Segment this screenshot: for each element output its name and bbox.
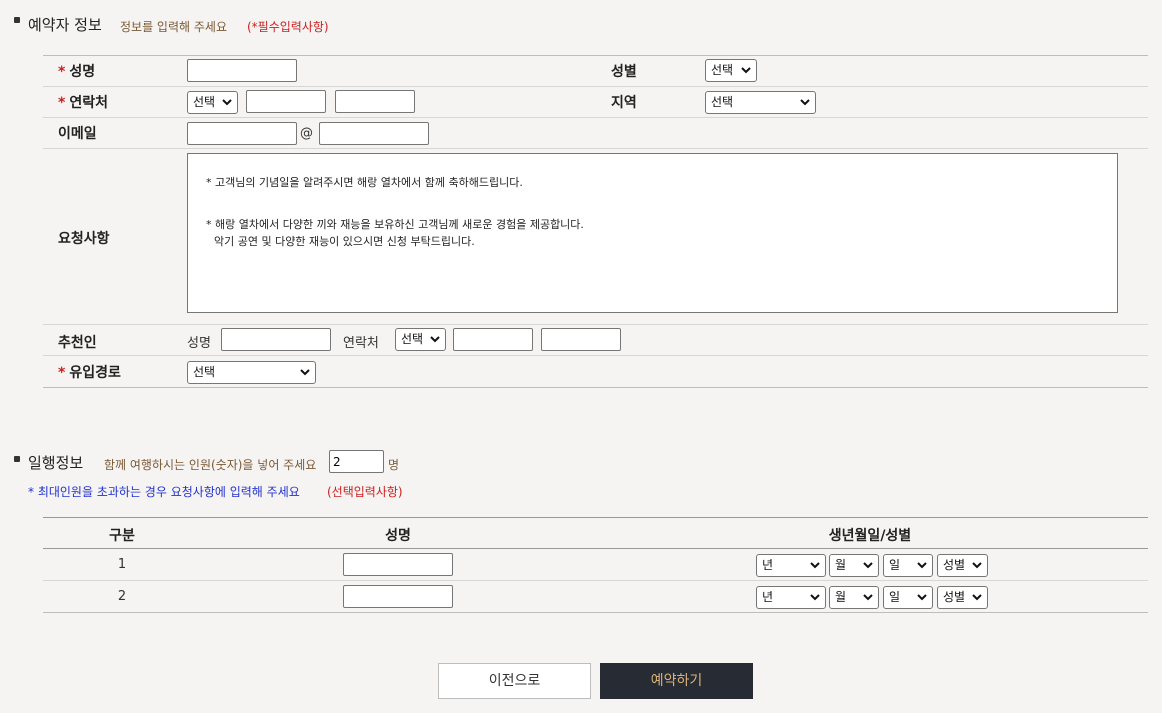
- chevron-down-icon: [741, 67, 751, 74]
- section-bullet: [14, 17, 20, 23]
- table-row-no: 1: [117, 557, 127, 572]
- contact-last-input[interactable]: [335, 90, 415, 113]
- reserver-section-title: 예약자 정보: [28, 16, 102, 34]
- recommender-name-input[interactable]: [221, 328, 331, 351]
- birth-year-value: 년: [762, 590, 774, 604]
- reserve-button[interactable]: 예약하기: [600, 663, 753, 699]
- chevron-down-icon: [917, 594, 927, 601]
- companions-section-desc: 함께 여행하시는 인원(숫자)을 넣어 주세요: [104, 458, 317, 472]
- divider: [43, 148, 1148, 149]
- optional-note: (선택입력사항): [327, 485, 403, 499]
- required-star: *: [58, 365, 66, 381]
- chevron-down-icon: [972, 562, 982, 569]
- request-text-line: * 고객님의 기념일을 알려주시면 해랑 열차에서 함께 축하해드립니다.: [206, 176, 523, 189]
- companion-gender-select[interactable]: 성별: [937, 586, 988, 609]
- header-name: 성명: [385, 528, 411, 544]
- chevron-down-icon: [863, 562, 873, 569]
- reserver-section-desc: 정보를 입력해 주세요: [120, 20, 227, 34]
- divider: [43, 55, 1148, 56]
- chevron-down-icon: [810, 562, 820, 569]
- recommender-contact-select-value: 선택: [401, 332, 424, 346]
- chevron-down-icon: [300, 369, 310, 376]
- name-input[interactable]: [187, 59, 297, 82]
- email-label: 이메일: [58, 126, 97, 142]
- source-label-text: 유입경로: [69, 365, 121, 381]
- recommender-name-label: 성명: [187, 336, 211, 351]
- divider: [43, 117, 1148, 118]
- companion-gender-value: 성별: [943, 558, 966, 572]
- birth-day-select[interactable]: 일: [883, 586, 933, 609]
- request-text-line: * 해랑 열차에서 다양한 끼와 재능을 보유하신 고객님께 새로운 경험을 제…: [206, 218, 584, 231]
- companion-name-input[interactable]: [343, 585, 453, 608]
- request-text-line: 악기 공연 및 다양한 재능이 있으시면 신청 부탁드립니다.: [214, 235, 475, 248]
- chevron-down-icon: [972, 594, 982, 601]
- required-note: (*필수입력사항): [247, 20, 329, 34]
- contact-label-text: 연락처: [69, 95, 108, 111]
- header-birth-gender: 생년월일/성별: [828, 528, 912, 544]
- birth-day-value: 일: [889, 558, 901, 572]
- companions-section-title: 일행정보: [28, 454, 84, 472]
- birth-month-value: 월: [835, 558, 847, 572]
- table-top-border: [43, 517, 1148, 518]
- chevron-down-icon: [430, 336, 440, 343]
- birth-month-select[interactable]: 월: [829, 586, 879, 609]
- birth-year-select[interactable]: 년: [756, 554, 826, 577]
- companion-gender-select[interactable]: 성별: [937, 554, 988, 577]
- email-id-input[interactable]: [187, 122, 297, 145]
- email-at-sign: @: [300, 126, 313, 141]
- divider: [43, 324, 1148, 325]
- request-textarea[interactable]: * 고객님의 기념일을 알려주시면 해랑 열차에서 함께 축하해드립니다. * …: [187, 153, 1118, 313]
- gender-select-value: 선택: [711, 63, 734, 77]
- source-label: * 유입경로: [58, 362, 121, 382]
- companion-count-unit: 명: [388, 458, 400, 472]
- required-star: *: [58, 95, 66, 111]
- birth-month-value: 월: [835, 590, 847, 604]
- name-label: * 성명: [58, 61, 95, 81]
- region-select[interactable]: 선택: [705, 91, 816, 114]
- recommender-label: 추천인: [58, 335, 97, 351]
- table-row-border: [43, 580, 1148, 581]
- birth-day-select[interactable]: 일: [883, 554, 933, 577]
- source-select-value: 선택: [193, 365, 216, 379]
- source-select[interactable]: 선택: [187, 361, 316, 384]
- name-label-text: 성명: [69, 64, 96, 80]
- max-capacity-note: * 최대인원을 초과하는 경우 요청사항에 입력해 주세요: [28, 485, 300, 499]
- required-star: *: [58, 64, 66, 80]
- table-row-no: 2: [117, 589, 127, 604]
- recommender-contact-last-input[interactable]: [541, 328, 621, 351]
- chevron-down-icon: [800, 99, 810, 106]
- companion-name-input[interactable]: [343, 553, 453, 576]
- gender-label: 성별: [611, 64, 637, 80]
- region-label: 지역: [611, 95, 637, 111]
- recommender-contact-select[interactable]: 선택: [395, 328, 446, 351]
- birth-year-select[interactable]: 년: [756, 586, 826, 609]
- chevron-down-icon: [810, 594, 820, 601]
- contact-label: * 연락처: [58, 92, 108, 112]
- divider: [43, 387, 1148, 388]
- contact-prefix-select[interactable]: 선택: [187, 91, 238, 114]
- prev-button[interactable]: 이전으로: [438, 663, 591, 699]
- header-no: 구분: [109, 528, 135, 544]
- gender-select[interactable]: 선택: [705, 59, 757, 82]
- chevron-down-icon: [863, 594, 873, 601]
- divider: [43, 86, 1148, 87]
- recommender-contact-middle-input[interactable]: [453, 328, 533, 351]
- contact-prefix-value: 선택: [193, 95, 216, 109]
- email-domain-input[interactable]: [319, 122, 429, 145]
- section-bullet: [14, 456, 20, 462]
- table-bottom-border: [43, 612, 1148, 613]
- table-header-border: [43, 548, 1148, 549]
- contact-middle-input[interactable]: [246, 90, 326, 113]
- chevron-down-icon: [222, 99, 232, 106]
- request-label: 요청사항: [58, 231, 110, 247]
- birth-year-value: 년: [762, 558, 774, 572]
- companion-count-input[interactable]: [329, 450, 384, 473]
- birth-day-value: 일: [889, 590, 901, 604]
- birth-month-select[interactable]: 월: [829, 554, 879, 577]
- companion-gender-value: 성별: [943, 590, 966, 604]
- chevron-down-icon: [917, 562, 927, 569]
- recommender-contact-label: 연락처: [343, 336, 379, 351]
- region-select-value: 선택: [711, 95, 734, 109]
- divider: [43, 355, 1148, 356]
